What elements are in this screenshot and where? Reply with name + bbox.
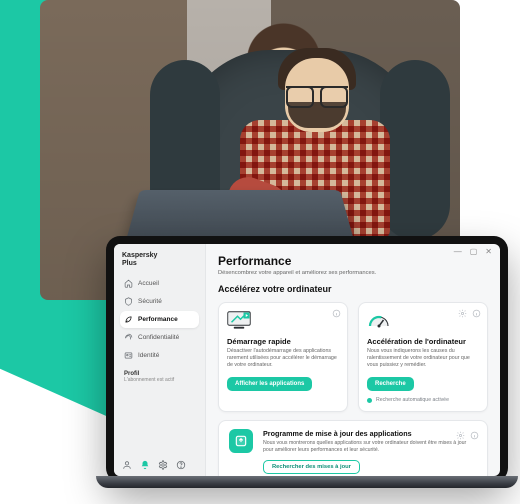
sidebar-item-label: Performance [138,316,178,323]
sidebar-item-label: Accueil [138,280,159,287]
sidebar-profile[interactable]: Profil L'abonnement est actif [120,371,199,383]
window-controls: — ▢ ✕ [454,248,492,256]
card-desc: Nous vous montrerons quelles application… [263,440,477,454]
card-title: Accélération de l'ordinateur [367,337,479,346]
window-minimize[interactable]: — [454,248,462,256]
sidebar-item-identity[interactable]: Identité [120,347,199,364]
card-app-updates: Programme de mise à jour des application… [218,420,488,476]
sidebar: Kaspersky Plus Accueil Sécurité [114,244,206,476]
search-updates-button[interactable]: Rechercher des mises à jour [263,460,360,474]
auto-scan-note: Recherche automatique activée [367,397,479,403]
gear-small-icon[interactable] [458,309,467,318]
user-icon[interactable] [122,460,132,470]
sidebar-item-home[interactable]: Accueil [120,275,199,292]
monitor-speed-icon [227,311,251,331]
card-title: Programme de mise à jour des application… [263,429,477,438]
status-dot-icon [367,398,372,403]
profile-subtitle: L'abonnement est actif [124,377,199,383]
brand-line1: Kaspersky [122,252,199,260]
notification-icon[interactable] [140,460,150,470]
id-card-icon [124,351,133,360]
fingerprint-icon [124,333,133,342]
update-app-icon [229,429,253,453]
sidebar-item-label: Sécurité [138,298,162,305]
home-icon [124,279,133,288]
gear-small-icon[interactable] [456,427,465,436]
gear-icon[interactable] [158,460,168,470]
show-apps-button[interactable]: Afficher les applications [227,377,312,391]
rocket-icon [124,315,133,324]
page-title: Performance [218,254,488,268]
main-panel: — ▢ ✕ Performance Désencombrez votre app… [206,244,500,476]
brand: Kaspersky Plus [120,252,199,267]
sidebar-item-performance[interactable]: Performance [120,311,199,328]
info-icon[interactable] [332,309,341,318]
sidebar-bottom-bar [120,456,199,472]
sidebar-item-security[interactable]: Sécurité [120,293,199,310]
card-desc: Nous vous indiquerons les causes du rale… [367,348,479,369]
gauge-icon [367,311,391,331]
section-heading: Accélérez votre ordinateur [218,284,488,294]
card-speedup: Accélération de l'ordinateur Nous vous i… [358,302,488,412]
scan-button[interactable]: Recherche [367,377,414,391]
card-desc: Désactiver l'autodémarrage des applicati… [227,348,339,369]
sidebar-item-label: Confidentialité [138,334,179,341]
note-text: Recherche automatique activée [376,397,449,403]
card-quick-start: Démarrage rapide Désactiver l'autodémarr… [218,302,348,412]
sidebar-item-label: Identité [138,352,159,359]
info-icon[interactable] [470,427,479,436]
info-icon[interactable] [472,309,481,318]
laptop-base [96,476,518,488]
window-close[interactable]: ✕ [485,248,492,256]
sidebar-item-privacy[interactable]: Confidentialité [120,329,199,346]
window-maximize[interactable]: ▢ [470,248,478,256]
laptop-frame: Kaspersky Plus Accueil Sécurité [106,236,508,482]
brand-line2: Plus [122,260,199,268]
shield-icon [124,297,133,306]
help-icon[interactable] [176,460,186,470]
card-title: Démarrage rapide [227,337,339,346]
app-window: Kaspersky Plus Accueil Sécurité [114,244,500,476]
page-subtitle: Désencombrez votre appareil et améliorez… [218,270,488,276]
